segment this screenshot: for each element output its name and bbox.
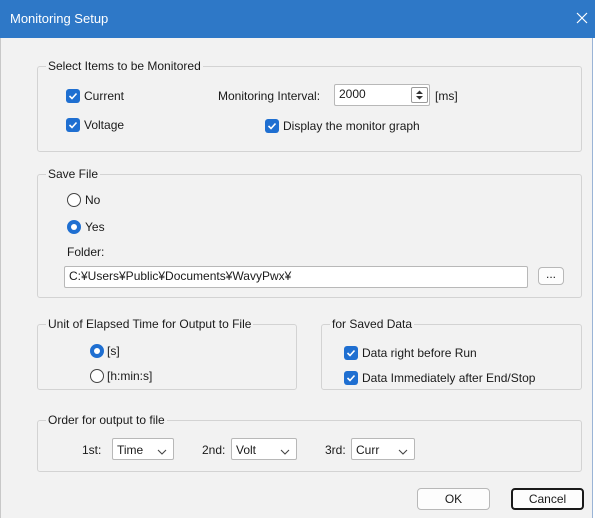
third-order-value: Curr	[356, 443, 380, 457]
after-end-checkbox[interactable]	[344, 371, 358, 385]
first-order-value: Time	[117, 443, 144, 457]
graph-label: Display the monitor graph	[283, 119, 420, 133]
interval-label: Monitoring Interval:	[218, 89, 321, 103]
third-label: 3rd:	[325, 443, 346, 457]
interval-unit: [ms]	[435, 89, 458, 103]
second-label: 2nd:	[202, 443, 226, 457]
interval-stepper[interactable]	[411, 87, 428, 103]
chevron-down-icon	[280, 445, 290, 459]
browse-button[interactable]: ...	[538, 267, 564, 285]
save-no-radio[interactable]	[67, 193, 81, 207]
folder-path-input[interactable]: C:¥Users¥Public¥Documents¥WavyPwx¥	[64, 266, 528, 288]
chevron-down-icon	[398, 445, 408, 459]
window-title: Monitoring Setup	[10, 11, 109, 26]
elapsed-hms-label: [h:min:s]	[107, 369, 153, 383]
output-order-group: Order for output to file 1st: Time 2nd: …	[37, 413, 582, 472]
first-order-select[interactable]: Time	[112, 438, 174, 460]
first-label: 1st:	[82, 443, 102, 457]
current-label: Current	[84, 89, 125, 103]
before-run-checkbox[interactable]	[344, 346, 358, 360]
after-end-label: Data Immediately after End/Stop	[362, 371, 536, 385]
graph-checkbox[interactable]	[265, 119, 279, 133]
third-order-select[interactable]: Curr	[351, 438, 415, 460]
elapsed-s-radio[interactable]	[90, 344, 104, 358]
chevron-down-icon	[157, 445, 167, 459]
second-order-select[interactable]: Volt	[231, 438, 297, 460]
elapsed-hms-radio[interactable]	[90, 369, 104, 383]
close-icon[interactable]	[571, 6, 593, 30]
elapsed-time-group: Unit of Elapsed Time for Output to File …	[37, 317, 297, 390]
current-checkbox[interactable]	[66, 89, 80, 103]
save-no-label: No	[85, 193, 101, 207]
dialog-body: Select Items to be Monitored Current Mon…	[0, 38, 593, 518]
before-run-label: Data right before Run	[362, 346, 477, 360]
title-bar: Monitoring Setup	[0, 0, 595, 38]
monitor-items-group: Select Items to be Monitored Current Mon…	[37, 59, 582, 152]
elapsed-s-label: [s]	[107, 344, 120, 358]
output-order-legend: Order for output to file	[46, 413, 167, 427]
second-order-value: Volt	[236, 443, 257, 457]
save-file-legend: Save File	[46, 167, 101, 181]
voltage-checkbox[interactable]	[66, 118, 80, 132]
cancel-button[interactable]: Cancel	[511, 488, 584, 510]
voltage-label: Voltage	[84, 118, 125, 132]
elapsed-time-legend: Unit of Elapsed Time for Output to File	[46, 317, 254, 331]
ok-button[interactable]: OK	[417, 488, 490, 510]
saved-data-group: for Saved Data Data right before Run Dat…	[321, 317, 582, 390]
save-yes-radio[interactable]	[67, 220, 81, 234]
folder-label: Folder:	[67, 245, 105, 259]
save-file-group: Save File No Yes Folder: C:¥Users¥Public…	[37, 167, 582, 298]
save-yes-label: Yes	[85, 220, 105, 234]
monitor-items-legend: Select Items to be Monitored	[46, 59, 203, 73]
saved-data-legend: for Saved Data	[330, 317, 415, 331]
